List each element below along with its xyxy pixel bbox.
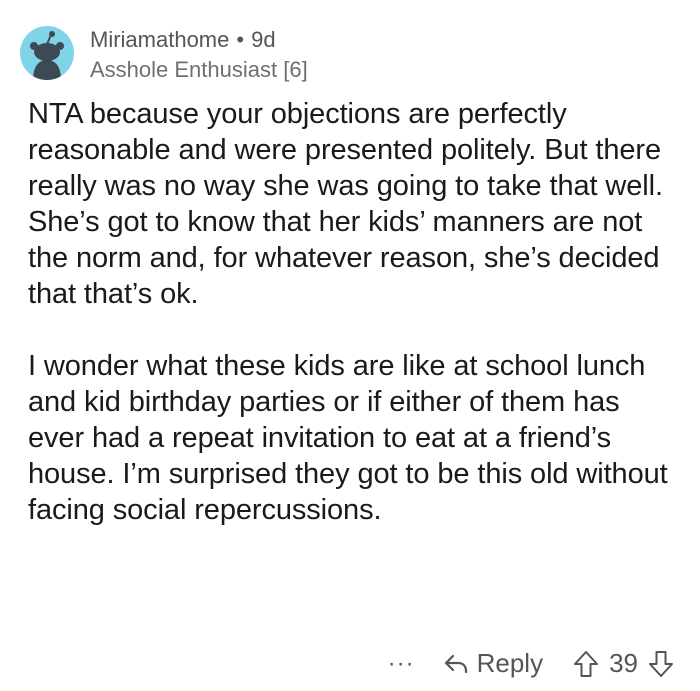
meta-line: Miriamathome • 9d <box>90 26 308 54</box>
upvote-arrow-icon[interactable] <box>573 650 599 678</box>
comment-body: NTA because your objections are perfectl… <box>28 96 678 528</box>
comment-meta: Miriamathome • 9d Asshole Enthusiast [6] <box>90 26 308 84</box>
comment-paragraph-2: I wonder what these kids are like at sch… <box>28 350 668 526</box>
comment-age: 9d <box>251 27 276 52</box>
reply-button[interactable]: Reply <box>443 648 543 679</box>
meta-separator: • <box>236 27 245 52</box>
comment-actions: ··· Reply 39 <box>388 648 674 679</box>
comment-header: Miriamathome • 9d Asshole Enthusiast [6] <box>20 26 308 84</box>
reply-arrow-icon <box>443 653 469 675</box>
snoo-avatar-icon <box>30 31 64 80</box>
reply-label: Reply <box>476 648 544 678</box>
downvote-arrow-icon[interactable] <box>648 650 674 678</box>
user-avatar[interactable] <box>20 26 74 80</box>
username-link[interactable]: Miriamathome <box>90 26 229 54</box>
comment-paragraph-1: NTA because your objections are perfectl… <box>28 98 663 310</box>
vote-controls: 39 <box>573 648 674 679</box>
comment: Miriamathome • 9d Asshole Enthusiast [6]… <box>0 0 700 691</box>
vote-score: 39 <box>609 648 638 678</box>
user-flair: Asshole Enthusiast [6] <box>90 57 308 82</box>
more-options-button[interactable]: ··· <box>388 650 415 678</box>
